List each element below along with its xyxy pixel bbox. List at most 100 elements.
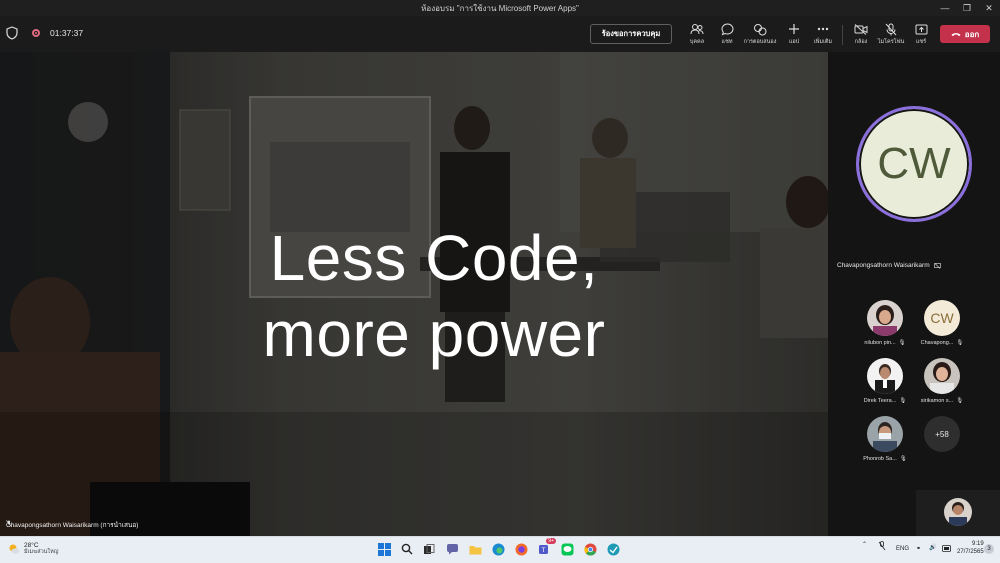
- weather-temp: 28°C: [24, 542, 39, 549]
- file-explorer-button[interactable]: [467, 541, 483, 557]
- toolbar-divider: [842, 25, 843, 45]
- people-button[interactable]: บุคคล: [680, 21, 714, 49]
- slide-headline: Less Code, more power: [0, 220, 828, 372]
- chrome-button[interactable]: [582, 541, 598, 557]
- overflow-avatar: +58: [924, 416, 960, 452]
- leave-label: ออก: [964, 29, 980, 39]
- teams-icon: T: [538, 544, 548, 554]
- edge-button[interactable]: [490, 541, 506, 557]
- language-indicator[interactable]: ENG: [896, 546, 909, 552]
- participant-tile[interactable]: CW Chavapong... 🎙: [912, 300, 972, 346]
- shared-slide: Less Code, more power Chavapongsathorn W…: [0, 52, 828, 536]
- mic-off-icon: [885, 23, 897, 35]
- shield-icon: [6, 26, 18, 40]
- spotlight-name-tag: Chavapongsathorn Waisarikarm: [837, 262, 941, 269]
- chat-icon: [720, 22, 734, 35]
- line-button[interactable]: [559, 541, 575, 557]
- wifi-icon[interactable]: ⚭: [916, 545, 921, 552]
- participant-tile[interactable]: Phonrob Sa... 🎙: [855, 416, 915, 462]
- avatar: [867, 416, 903, 452]
- close-icon[interactable]: ✕: [978, 0, 1000, 16]
- participant-name: Phonrob Sa...: [863, 456, 897, 462]
- system-clock[interactable]: 9:19 27/7/2565: [957, 540, 984, 556]
- weather-desc: มีเมฆส่วนใหญ่: [24, 549, 59, 555]
- avatar: [867, 300, 903, 336]
- chat-button[interactable]: แชท: [710, 21, 744, 49]
- volume-icon[interactable]: 🔊: [929, 544, 936, 551]
- participant-tile[interactable]: sirikamon s... 🎙: [912, 358, 972, 404]
- show-hidden-icons[interactable]: ⌃: [862, 541, 867, 548]
- participant-name: sirikamon s...: [920, 398, 954, 404]
- reactions-icon: [754, 23, 767, 35]
- spotlight-initials: CW: [877, 139, 951, 188]
- title-bar: ห้องอบรม "การใช้งาน Microsoft Power Apps…: [0, 0, 1000, 16]
- reactions-label: การตอบสนอง: [743, 39, 777, 45]
- chrome-icon: [583, 543, 596, 556]
- spotlight-avatar[interactable]: CW: [856, 106, 972, 222]
- avatar-initials: CW: [930, 310, 954, 326]
- mic-off-icon: 🎙: [956, 340, 964, 346]
- app-button[interactable]: [605, 541, 621, 557]
- share-button[interactable]: แชร์: [904, 21, 938, 49]
- minimize-icon[interactable]: —: [934, 0, 956, 16]
- mic-off-icon: 🎙: [956, 398, 964, 404]
- share-icon: [915, 24, 927, 34]
- start-button[interactable]: [376, 541, 392, 557]
- self-view[interactable]: [916, 490, 1000, 536]
- avatar: [944, 498, 972, 526]
- avatar: CW: [924, 300, 960, 336]
- mic-button[interactable]: ไมโครโฟน: [874, 21, 908, 49]
- leave-button[interactable]: ออก: [940, 25, 990, 43]
- reactions-button[interactable]: การตอบสนอง: [743, 21, 777, 49]
- teams-badge: 9+: [546, 538, 556, 544]
- people-icon: [690, 24, 704, 35]
- participant-name: Direk Teera...: [863, 398, 897, 404]
- camera-off-icon: [854, 23, 868, 35]
- mic-off-icon: 🎙: [898, 340, 906, 346]
- clock-date: 27/7/2565: [957, 549, 984, 555]
- firefox-button[interactable]: [513, 541, 529, 557]
- mic-off-icon: [6, 520, 12, 527]
- slide-headline-line2: more power: [262, 298, 606, 370]
- mic-label: ไมโครโฟน: [877, 39, 905, 45]
- search-button[interactable]: [399, 541, 415, 557]
- more-participants-button[interactable]: +58: [912, 416, 972, 452]
- more-label: เพิ่มเติม: [813, 39, 833, 45]
- more-icon: [817, 27, 829, 31]
- presenter-tag: Chavapongsathorn Waisarikarm (การนำเสนอ): [6, 520, 138, 530]
- app-icon: [607, 543, 619, 555]
- edge-icon: [492, 543, 504, 555]
- battery-icon[interactable]: [942, 545, 952, 554]
- line-icon: [561, 543, 573, 555]
- mic-tray-icon[interactable]: [878, 541, 886, 553]
- maximize-icon[interactable]: ❐: [956, 0, 978, 16]
- task-view-button[interactable]: [421, 541, 437, 557]
- phone-hangup-icon: [951, 33, 961, 37]
- overflow-count: +58: [935, 429, 949, 439]
- more-button[interactable]: เพิ่มเติม: [806, 21, 840, 49]
- avatar: [867, 358, 903, 394]
- chat-app-button[interactable]: [444, 541, 460, 557]
- meeting-toolbar: 01:37:37 ร้องขอการควบคุม บุคคล แชท การตอ…: [0, 16, 1000, 53]
- teams-button[interactable]: T 9+: [536, 538, 556, 557]
- clock-time: 9:19: [972, 541, 984, 547]
- mic-off-icon: 🎙: [899, 456, 907, 462]
- spotlight-name: Chavapongsathorn Waisarikarm: [837, 262, 930, 269]
- participant-tile[interactable]: Direk Teera... 🎙: [855, 358, 915, 404]
- notification-badge[interactable]: 3: [984, 544, 994, 554]
- request-control-button[interactable]: ร้องขอการควบคุม: [590, 24, 672, 44]
- window-title: ห้องอบรม "การใช้งาน Microsoft Power Apps…: [421, 4, 579, 13]
- weather-widget[interactable]: 28°C มีเมฆส่วนใหญ่: [8, 542, 58, 556]
- task-view-icon: [424, 543, 435, 554]
- weather-icon: [9, 544, 20, 554]
- chat-label: แชท: [721, 39, 733, 45]
- teams-chat-icon: [446, 544, 458, 555]
- windows-icon: [377, 542, 391, 556]
- participant-name: nilubon pin...: [864, 340, 896, 346]
- participant-name: Chavapong...: [920, 340, 954, 346]
- slide-headline-line1: Less Code,: [269, 222, 599, 294]
- camera-button[interactable]: กล้อง: [844, 21, 878, 49]
- participant-tile[interactable]: nilubon pin... 🎙: [855, 300, 915, 346]
- taskbar: 28°C มีเมฆส่วนใหญ่ T 9+ ⌃ ENG ⚭ 🔊 9:19 2…: [0, 536, 1000, 563]
- people-label: บุคคล: [689, 39, 705, 45]
